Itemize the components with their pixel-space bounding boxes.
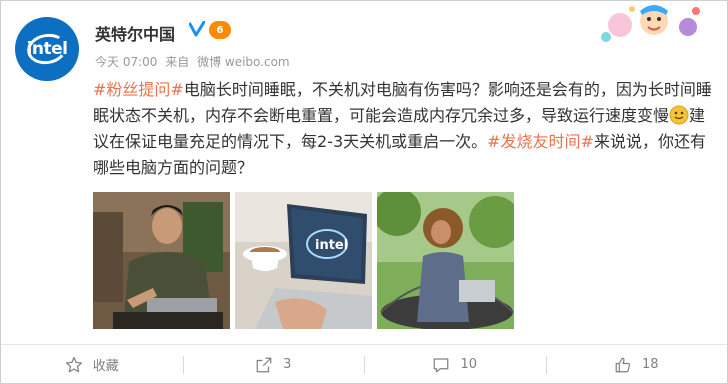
laptop-logo-text: intel (315, 238, 348, 253)
post-source[interactable]: 微博 weibo.com (197, 55, 290, 69)
repost-icon (256, 357, 272, 372)
smile-emoji-icon (669, 105, 689, 125)
post-text-part1: 电脑长时间睡眠，不关机对电脑有伤害吗？影响还是会有的，因为长时间睡眠状态不关机，… (93, 80, 712, 125)
thumbs-up-icon (615, 357, 631, 372)
hashtag-enthusiast-time[interactable]: #发烧友时间# (487, 132, 594, 151)
intel-laptop-coffee-photo[interactable]: intel (235, 192, 372, 329)
avatar[interactable]: intel (15, 17, 79, 81)
post-time[interactable]: 今天 07:00 (95, 55, 157, 69)
weibo-post-card: intel 英特尔中国 6 今天 07:00 来自 微博 weibo.com #… (0, 0, 728, 384)
verified-icon (188, 20, 206, 37)
like-button[interactable]: 18 (545, 345, 728, 384)
comment-button[interactable]: 10 (364, 345, 546, 384)
repost-count: 3 (283, 357, 292, 372)
comment-count: 10 (460, 357, 478, 372)
account-name[interactable]: 英特尔中国 (95, 21, 175, 45)
comment-icon (434, 357, 449, 372)
hashtag-fan-question[interactable]: #粉丝提问# (93, 80, 184, 99)
star-icon (65, 356, 82, 372)
repost-button[interactable]: 3 (182, 345, 365, 384)
level-badge-icon: 6 (209, 21, 231, 39)
cartoon-decoration-icon (601, 5, 700, 42)
like-count: 18 (641, 357, 659, 372)
level-badge-number: 6 (216, 24, 224, 36)
favorite-label: 收藏 (92, 359, 119, 374)
favorite-button[interactable]: 收藏 (1, 345, 183, 384)
man-with-laptop-photo[interactable] (93, 192, 230, 329)
woman-in-swing-photo[interactable] (377, 192, 514, 329)
action-bar: 收藏 3 10 18 (1, 344, 727, 384)
post-source-prefix: 来自 (165, 55, 190, 69)
avatar-logo-text: intel (26, 39, 68, 59)
post-text: #粉丝提问#电脑长时间睡眠，不关机对电脑有伤害吗？影响还是会有的，因为长时间睡眠… (93, 77, 715, 181)
post-meta: 今天 07:00 来自 微博 weibo.com (95, 53, 294, 70)
